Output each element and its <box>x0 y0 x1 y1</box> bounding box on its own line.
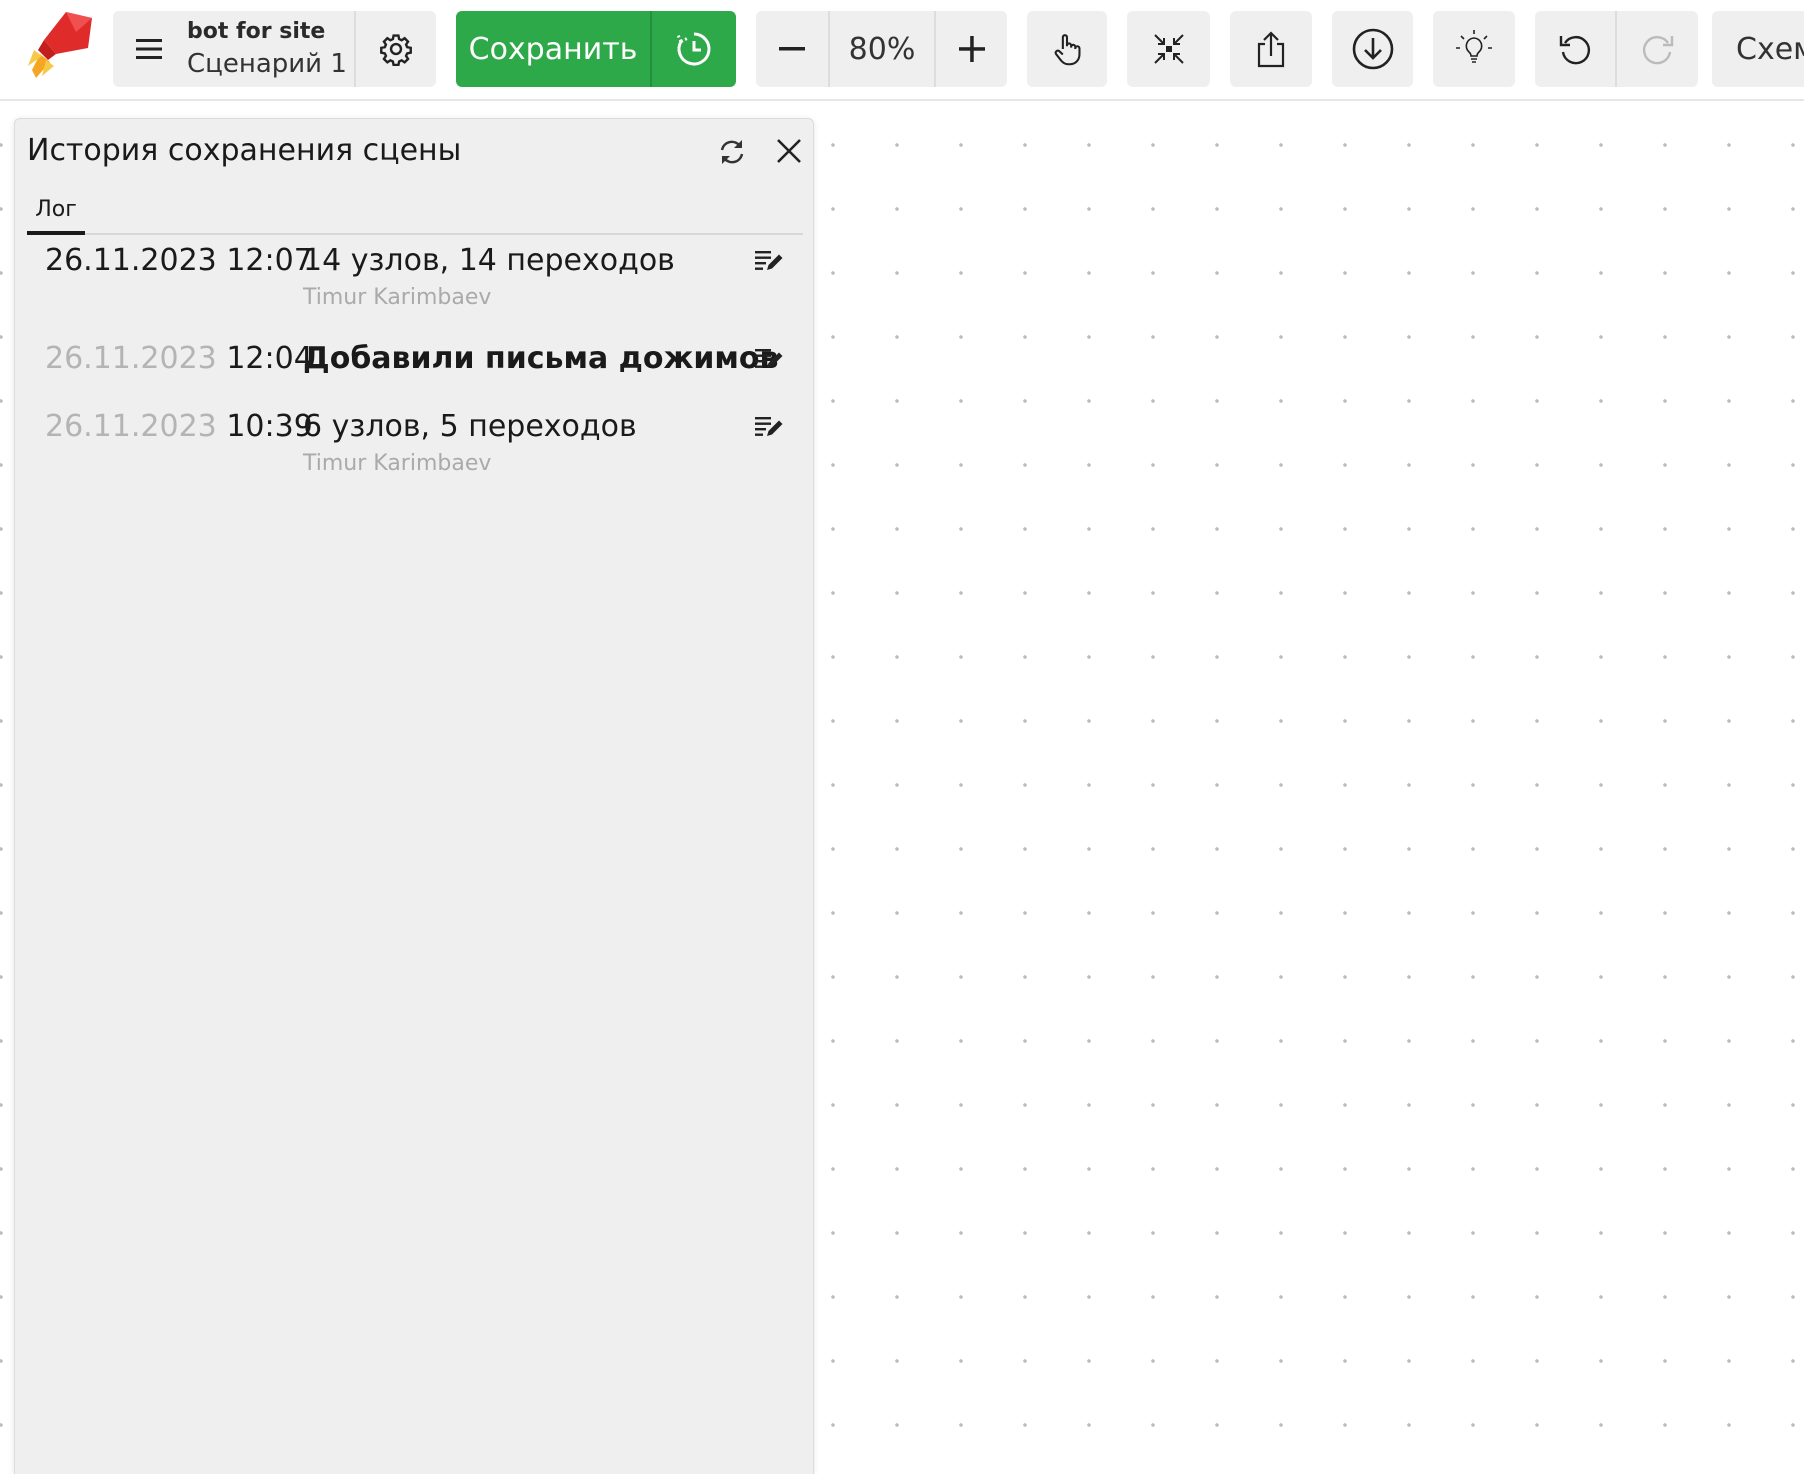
gear-icon[interactable] <box>356 11 436 87</box>
log-entry-datetime: 26.11.2023 10:39 <box>45 409 313 444</box>
log-entry-date: 26.11.2023 <box>45 409 217 444</box>
collapse-icon <box>1153 34 1184 64</box>
schema-button[interactable]: Схем <box>1712 11 1804 87</box>
log-entry-date: 26.11.2023 <box>45 341 217 376</box>
edit-note-icon[interactable] <box>753 413 785 443</box>
log-entry-time: 12:04 <box>226 341 313 376</box>
redo-button[interactable] <box>1617 11 1698 87</box>
tab-log[interactable]: Лог <box>27 187 85 235</box>
hand-tool-button[interactable] <box>1027 11 1107 87</box>
history-controls <box>1535 11 1698 87</box>
project-info[interactable]: bot for site Сценарий 1 <box>187 17 357 81</box>
share-icon <box>1257 31 1285 68</box>
redo-icon <box>1642 36 1673 65</box>
scenario-name: Сценарий 1 <box>187 49 347 79</box>
save-group: Сохранить <box>456 11 736 87</box>
close-icon[interactable] <box>771 133 807 169</box>
log-entry-description: 14 узлов, 14 переходов <box>303 243 675 278</box>
edit-note-icon[interactable] <box>753 345 785 375</box>
zoom-control: 80% <box>756 11 1007 87</box>
rocket-logo-icon[interactable] <box>26 10 96 80</box>
project-selector: bot for site Сценарий 1 <box>113 11 436 87</box>
lightbulb-icon <box>1456 30 1492 63</box>
log-entry-datetime: 26.11.2023 12:04 <box>45 341 313 376</box>
save-button[interactable]: Сохранить <box>456 11 650 87</box>
zoom-out-button[interactable] <box>756 11 828 87</box>
save-history-icon[interactable] <box>652 11 736 87</box>
panel-title: История сохранения сцены <box>27 133 462 168</box>
log-entry-datetime: 26.11.2023 12:07 <box>45 243 313 278</box>
save-history-panel: История сохранения сцены Лог 26.11.2023 … <box>14 118 814 1474</box>
undo-button[interactable] <box>1535 11 1615 87</box>
project-name: bot for site <box>187 19 326 44</box>
log-entry-description: Добавили письма дожимов <box>303 341 779 376</box>
log-entry-time: 12:07 <box>226 243 313 278</box>
download-button[interactable] <box>1332 11 1413 87</box>
hand-icon <box>1054 34 1081 66</box>
zoom-level[interactable]: 80% <box>830 11 934 87</box>
log-entry-description: 6 узлов, 5 переходов <box>303 409 637 444</box>
edit-note-icon[interactable] <box>753 247 785 277</box>
zoom-in-button[interactable] <box>936 11 1007 87</box>
toolbar: bot for site Сценарий 1 Сохранить 80% Сх… <box>0 0 1804 101</box>
share-button[interactable] <box>1230 11 1312 87</box>
hint-button[interactable] <box>1433 11 1515 87</box>
log-entry-author: Timur Karimbaev <box>303 285 492 310</box>
collapse-button[interactable] <box>1127 11 1210 87</box>
log-entry-author: Timur Karimbaev <box>303 451 492 476</box>
panel-tabs: Лог <box>27 187 803 235</box>
download-circle-icon <box>1352 28 1393 70</box>
refresh-icon[interactable] <box>715 135 749 169</box>
menu-icon[interactable] <box>113 11 185 87</box>
undo-icon <box>1559 36 1590 65</box>
log-entry-time: 10:39 <box>226 409 313 444</box>
log-entry-date: 26.11.2023 <box>45 243 217 278</box>
